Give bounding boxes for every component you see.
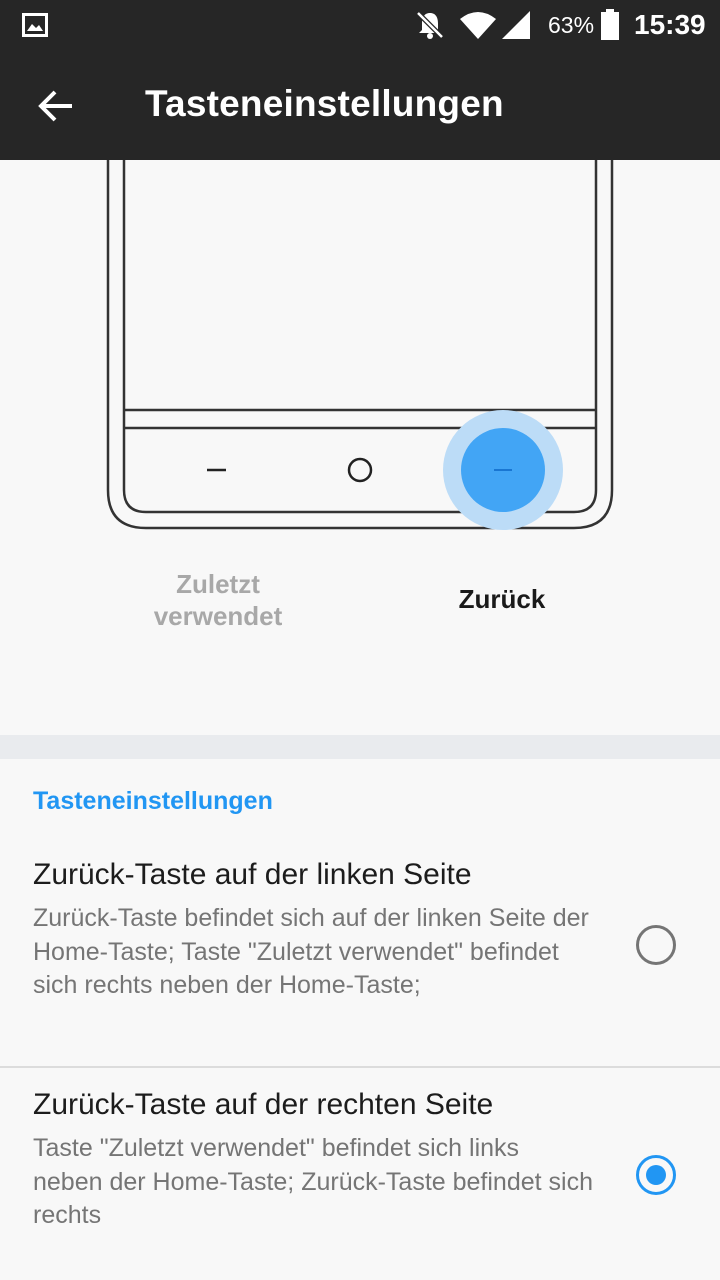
home-key-icon	[347, 457, 373, 483]
phone-illustration	[106, 160, 614, 530]
status-bar: 63% 15:39	[0, 0, 720, 52]
section-divider	[0, 735, 720, 759]
radio-dot	[646, 1165, 666, 1185]
radio-button-unchecked[interactable]	[636, 925, 676, 965]
arrow-left-icon	[38, 90, 72, 122]
clock: 15:39	[634, 9, 706, 40]
recent-key-label: Zuletzt verwendet	[153, 569, 283, 631]
battery-icon	[601, 9, 619, 40]
radio-button-checked[interactable]	[636, 1155, 676, 1195]
option-back-left[interactable]: Zurück-Taste auf der linken Seite Zurück…	[0, 840, 720, 1068]
option-title: Zurück-Taste auf der linken Seite	[33, 858, 472, 891]
option-description: Taste "Zuletzt verwendet" befindet sich …	[33, 1134, 593, 1229]
back-button[interactable]	[24, 78, 88, 134]
toolbar: Tasteneinstellungen	[0, 52, 720, 160]
back-key-label: Zurück	[458, 584, 546, 614]
wifi-icon	[460, 12, 496, 39]
navigation-keys-preview: Zuletzt verwendet Zurück	[0, 160, 720, 735]
option-back-right[interactable]: Zurück-Taste auf der rechten Seite Taste…	[0, 1070, 720, 1280]
page-title: Tasteneinstellungen	[145, 83, 504, 124]
battery-percentage: 63%	[548, 12, 595, 38]
bell-off-icon	[416, 11, 444, 39]
signal-icon	[502, 11, 530, 39]
section-header: Tasteneinstellungen	[33, 787, 273, 815]
option-description: Zurück-Taste befindet sich auf der linke…	[33, 904, 589, 999]
gallery-icon	[22, 13, 48, 37]
option-title: Zurück-Taste auf der rechten Seite	[33, 1088, 494, 1121]
